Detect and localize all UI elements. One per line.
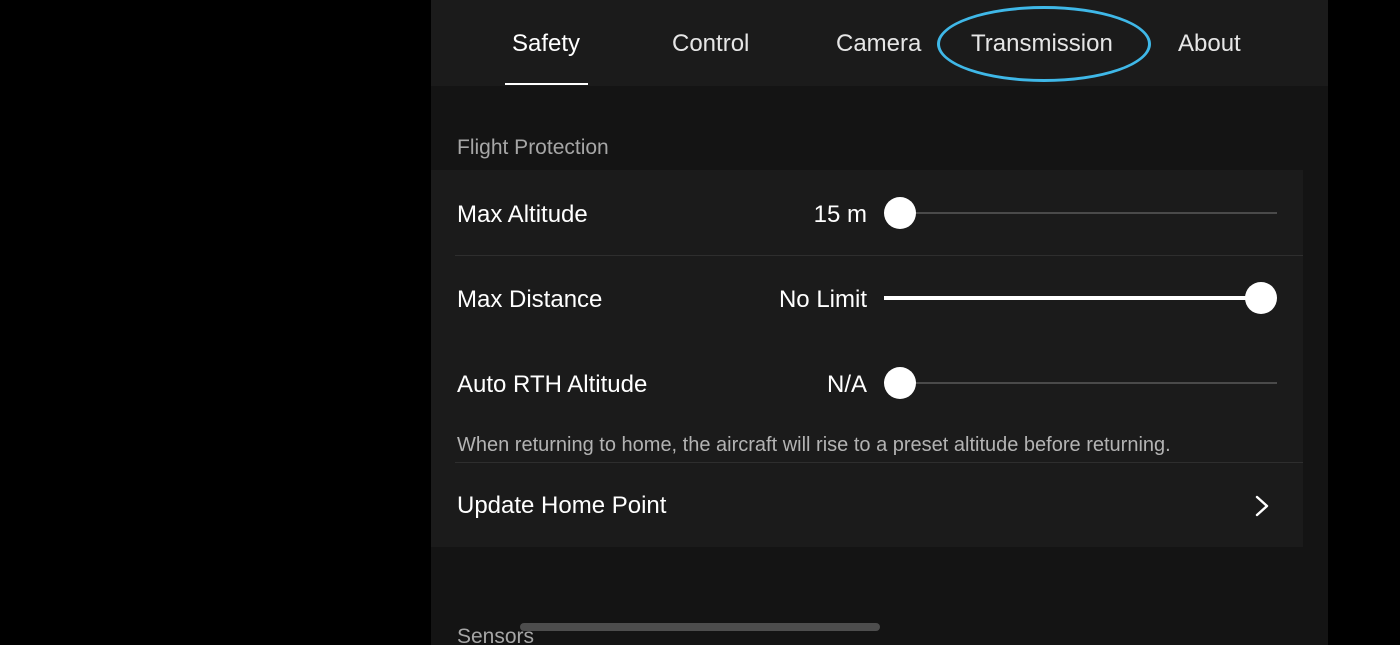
slider-fill (884, 296, 1261, 300)
tab-bar: Safety Control Camera Transmission About (431, 0, 1328, 86)
active-tab-indicator (505, 83, 588, 85)
auto-rth-altitude-label: Auto RTH Altitude (457, 371, 648, 398)
horizontal-scrollbar[interactable] (520, 623, 880, 631)
slider-thumb[interactable] (884, 367, 916, 399)
row-divider (455, 255, 1303, 256)
max-distance-label: Max Distance (457, 286, 603, 313)
update-home-point-row[interactable]: Update Home Point (431, 463, 1303, 547)
tab-safety[interactable]: Safety (512, 26, 580, 62)
max-altitude-value: 15 m (813, 201, 867, 228)
rth-hint-text: When returning to home, the aircraft wil… (457, 434, 1171, 456)
max-distance-value: No Limit (778, 286, 867, 313)
slider-thumb[interactable] (1245, 282, 1277, 314)
update-home-point-label: Update Home Point (457, 492, 667, 519)
slider-thumb[interactable] (884, 197, 916, 229)
slider-track (884, 212, 1277, 214)
tab-camera[interactable]: Camera (836, 26, 921, 62)
chevron-right-icon (1255, 495, 1269, 517)
app-screen: Safety Control Camera Transmission About… (0, 0, 1400, 645)
tab-about[interactable]: About (1178, 26, 1241, 62)
tab-transmission[interactable]: Transmission (971, 26, 1113, 62)
max-altitude-label: Max Altitude (457, 201, 588, 228)
max-distance-slider[interactable] (884, 281, 1277, 315)
flight-protection-card: Max Altitude 15 m Max Distance No Limit … (431, 170, 1303, 547)
auto-rth-altitude-slider[interactable] (884, 366, 1277, 400)
settings-panel: Safety Control Camera Transmission About… (431, 0, 1328, 645)
max-altitude-slider[interactable] (884, 196, 1277, 230)
tab-control[interactable]: Control (672, 26, 749, 62)
slider-track (884, 382, 1277, 384)
section-title-flight-protection: Flight Protection (457, 136, 609, 159)
auto-rth-altitude-value: N/A (826, 371, 867, 398)
